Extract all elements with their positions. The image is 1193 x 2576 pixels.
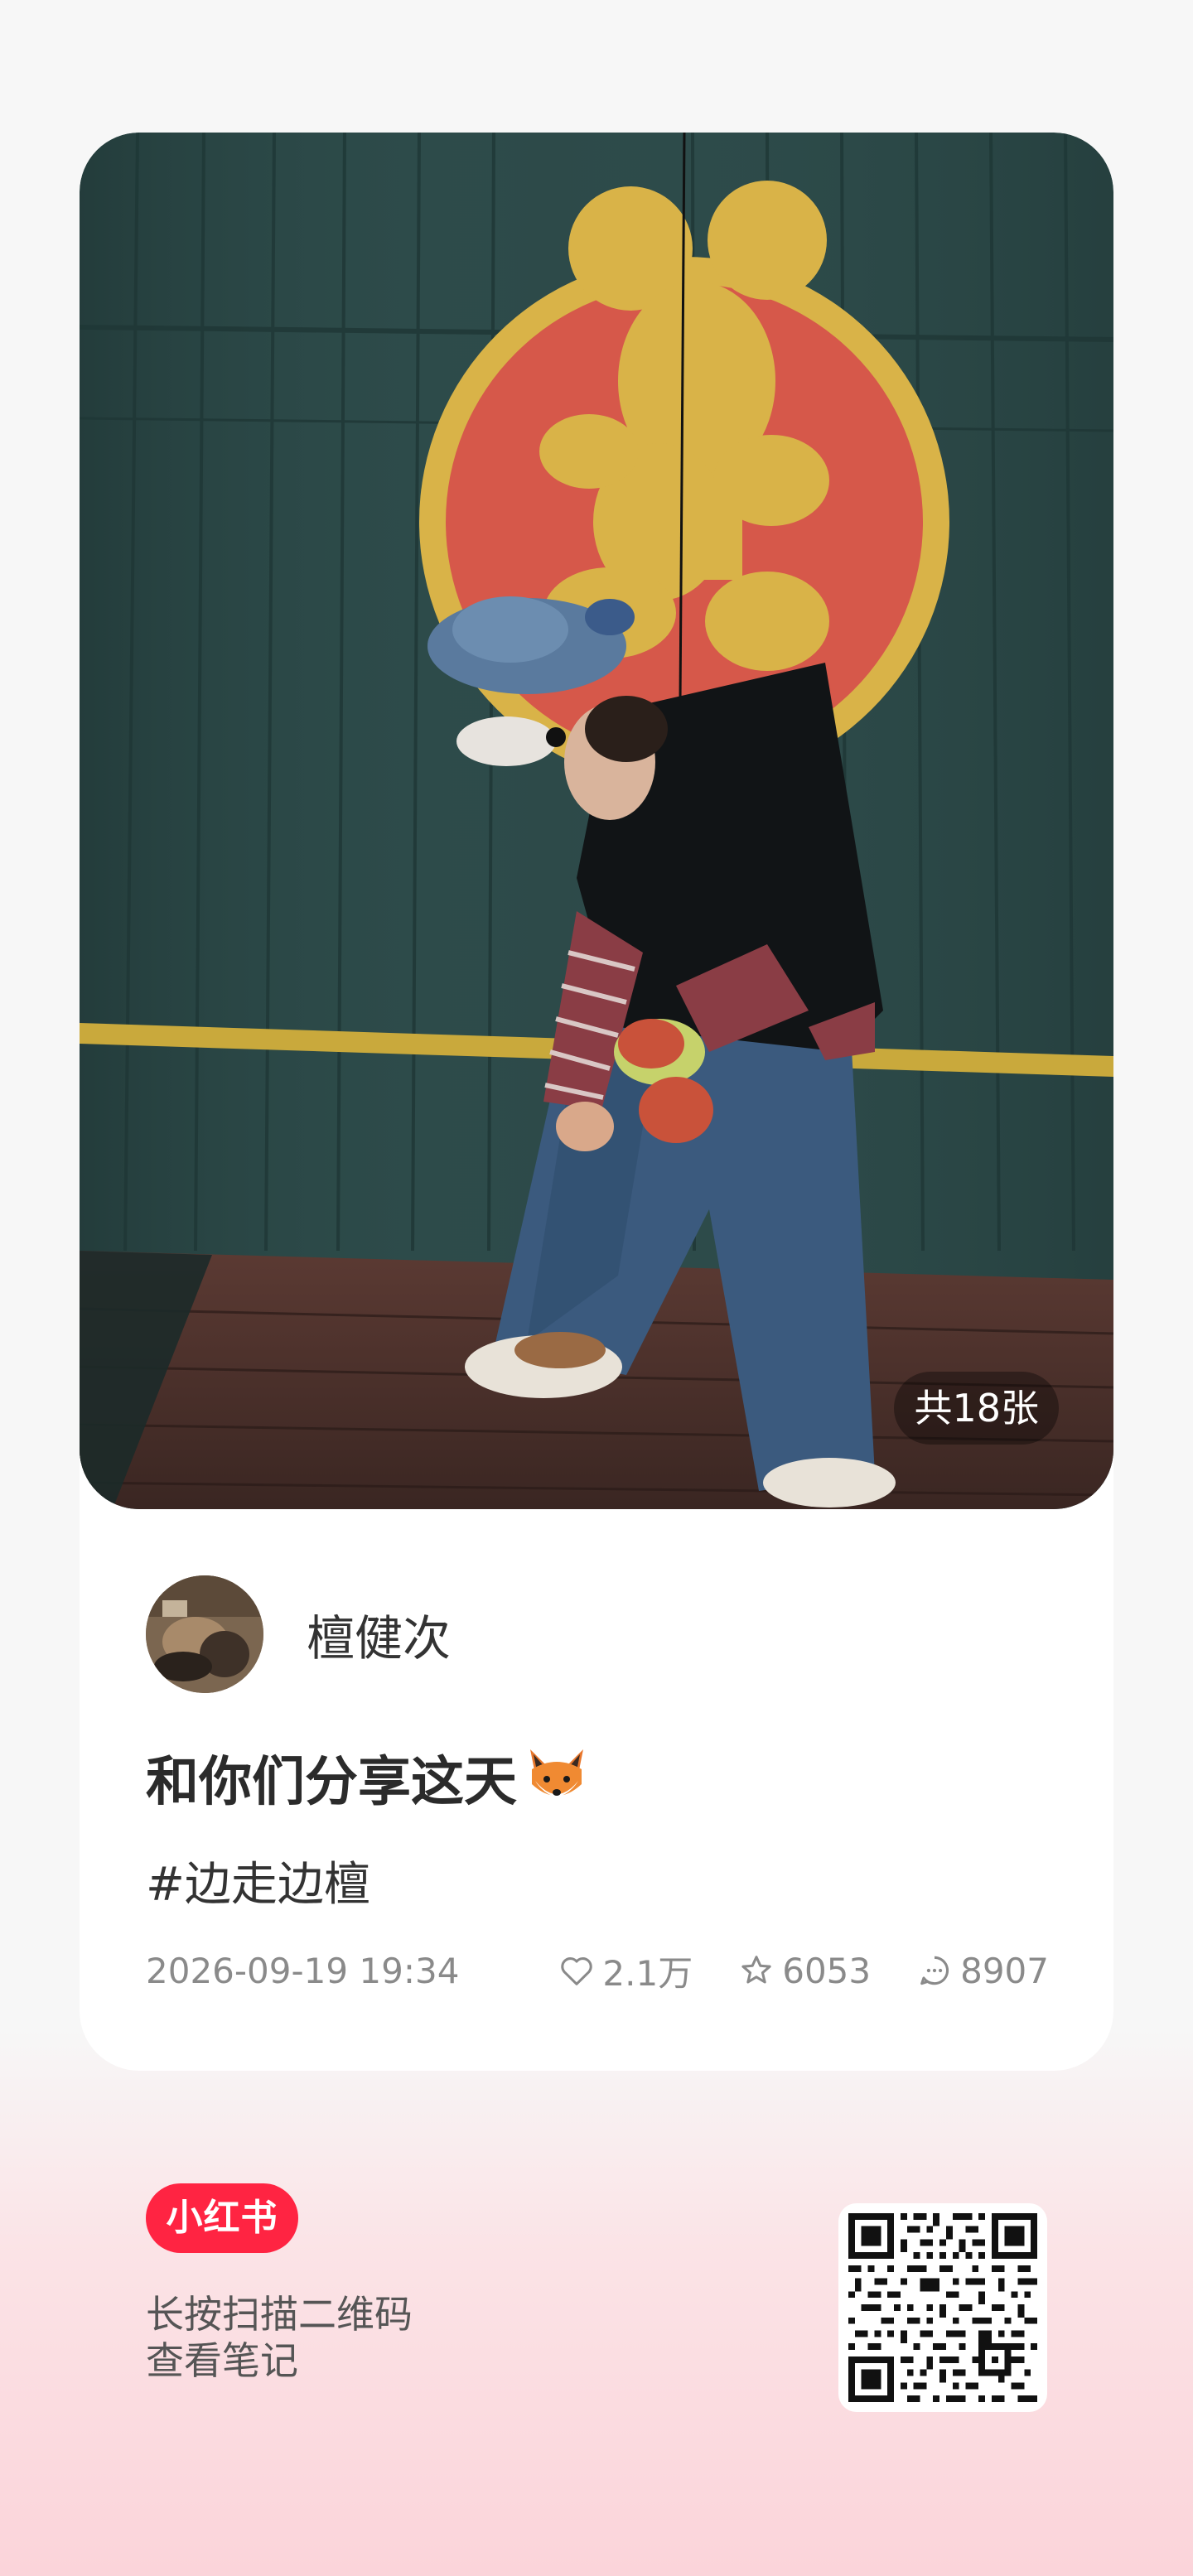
author-row[interactable]: 檀健次 [146, 1575, 451, 1693]
like-stat[interactable]: 2.1万 [558, 1946, 693, 1996]
comment-icon [920, 1956, 949, 1985]
avatar[interactable] [146, 1575, 263, 1693]
note-hashtag[interactable]: #边走边檀 [146, 1847, 370, 1914]
scan-line-2: 查看笔记 [146, 2338, 298, 2383]
xiaohongshu-logo: 小红书 [146, 2183, 298, 2253]
photo-image [80, 133, 1113, 1509]
note-title: 和你们分享这天 [146, 1739, 590, 1816]
author-name[interactable]: 檀健次 [307, 1599, 451, 1669]
note-photo[interactable]: 共18张 [80, 133, 1113, 1509]
comment-stat[interactable]: 8907 [915, 1951, 1049, 1991]
comment-count: 8907 [960, 1950, 1049, 1991]
collect-count: 6053 [782, 1950, 872, 1991]
like-count: 2.1万 [602, 1952, 693, 1994]
note-title-text: 和你们分享这天 [146, 1752, 517, 1813]
image-count-badge: 共18张 [894, 1372, 1059, 1445]
post-date: 2026-09-19 19:34 [146, 1950, 460, 1991]
collect-stat[interactable]: 6053 [737, 1951, 871, 1991]
qr-code-image [848, 2213, 1037, 2402]
fox-emoji-icon [530, 1749, 583, 1797]
note-meta-row: 2026-09-19 19:34 2.1万 6053 8907 [146, 1942, 1049, 2000]
avatar-image [146, 1575, 263, 1693]
star-icon [741, 1956, 771, 1984]
qr-code[interactable] [838, 2203, 1047, 2412]
scan-instructions: 长按扫描二维码 查看笔记 [146, 2291, 413, 2384]
scan-line-1: 长按扫描二维码 [146, 2292, 413, 2337]
heart-icon [561, 1957, 593, 1985]
